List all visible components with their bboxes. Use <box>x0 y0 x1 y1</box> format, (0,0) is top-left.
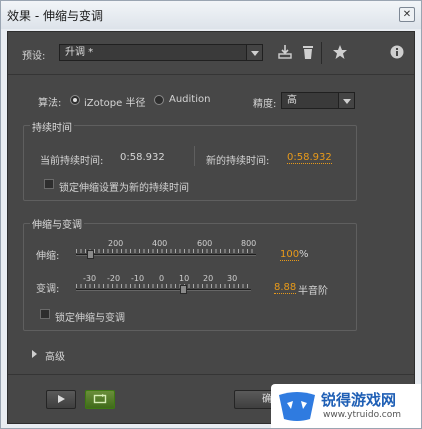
radio-izotope-label[interactable]: iZotope 半径 <box>84 94 145 109</box>
window-title: 效果 - 伸缩与变调 <box>7 9 103 23</box>
preview-play-button[interactable] <box>46 390 76 409</box>
preset-dropdown[interactable]: 升调 * <box>59 44 263 61</box>
current-duration-value: 0:58.932 <box>120 152 165 163</box>
pitch-scale-m10: -10 <box>131 274 145 283</box>
pitch-scale-0: 0 <box>159 274 165 283</box>
stretch-slider-track[interactable] <box>76 254 256 256</box>
precision-label: 精度: <box>253 99 277 110</box>
radio-izotope[interactable] <box>70 95 80 105</box>
precision-dropdown[interactable]: 高 <box>281 92 355 109</box>
preset-label: 预设: <box>22 51 46 62</box>
radio-audition-label[interactable]: Audition <box>169 94 210 105</box>
close-button[interactable]: ✕ <box>399 7 415 22</box>
star-favorite-icon[interactable] <box>332 44 348 60</box>
duration-group-title: 持续时间 <box>30 119 74 134</box>
stretch-pitch-group-title: 伸缩与变调 <box>30 216 84 231</box>
dialog-body: 预设: 升调 * 算法: iZotope 半径 Audition 精度: 高 持… <box>7 31 415 424</box>
watermark-brand: 锐得游戏网 <box>321 391 397 409</box>
pitch-unit: 半音阶 <box>298 286 328 297</box>
stretch-ticks <box>76 249 256 253</box>
pitch-label: 变调: <box>36 284 60 295</box>
title-bar[interactable]: 效果 - 伸缩与变调 ✕ <box>1 1 421 29</box>
stretch-slider-thumb[interactable] <box>87 250 95 259</box>
pitch-slider-thumb[interactable] <box>179 285 187 294</box>
precision-value: 高 <box>287 95 297 106</box>
save-preset-icon[interactable] <box>277 44 293 60</box>
stretch-label: 伸缩: <box>36 251 60 262</box>
delete-preset-icon[interactable] <box>300 44 316 60</box>
new-duration-label: 新的持续时间: <box>206 156 270 167</box>
expand-advanced-icon[interactable] <box>32 350 37 358</box>
toolbar-divider <box>321 42 322 64</box>
algorithm-label: 算法: <box>38 98 62 109</box>
pitch-value[interactable]: 8.88 <box>274 282 297 294</box>
new-duration-value[interactable]: 0:58.932 <box>287 152 332 164</box>
lock-duration-checkbox[interactable] <box>44 179 54 189</box>
lock-stretch-pitch-label[interactable]: 锁定伸缩与变调 <box>55 309 125 324</box>
stretch-scale-200: 200 <box>108 239 124 248</box>
info-icon[interactable] <box>389 44 405 60</box>
lock-duration-label[interactable]: 锁定伸缩设置为新的持续时间 <box>59 179 189 194</box>
radio-audition[interactable] <box>154 95 164 105</box>
pitch-scale-30: 30 <box>227 274 238 283</box>
pitch-scale-20: 20 <box>203 274 214 283</box>
current-duration-label: 当前持续时间: <box>40 156 104 167</box>
advanced-label[interactable]: 高级 <box>45 348 65 363</box>
loop-toggle-button[interactable] <box>85 390 115 409</box>
stretch-value[interactable]: 100 <box>280 249 300 261</box>
stretch-scale-800: 800 <box>241 239 257 248</box>
duration-divider <box>194 146 195 166</box>
pitch-scale-m30: -30 <box>83 274 97 283</box>
watermark: 锐得游戏网 www.ytruido.com <box>271 384 421 428</box>
watermark-url: www.ytruido.com <box>323 410 402 420</box>
loop-icon <box>93 394 107 404</box>
effect-dialog: 效果 - 伸缩与变调 ✕ 预设: 升调 * 算法: iZotope 半径 Aud… <box>0 0 422 429</box>
pitch-ticks <box>76 284 251 288</box>
pitch-slider-track[interactable] <box>76 289 251 291</box>
section-divider <box>8 74 414 75</box>
stretch-scale-600: 600 <box>197 239 213 248</box>
chevron-down-icon[interactable] <box>246 45 262 60</box>
stretch-scale-400: 400 <box>152 239 168 248</box>
lock-stretch-pitch-checkbox[interactable] <box>40 309 50 319</box>
play-icon <box>58 395 65 403</box>
preset-value: 升调 * <box>65 47 94 58</box>
pitch-scale-m20: -20 <box>107 274 121 283</box>
footer-divider <box>8 374 414 375</box>
watermark-logo-icon <box>279 392 315 421</box>
stretch-unit: % <box>299 249 309 260</box>
chevron-down-icon[interactable] <box>338 93 354 108</box>
pitch-scale-10: 10 <box>179 274 190 283</box>
